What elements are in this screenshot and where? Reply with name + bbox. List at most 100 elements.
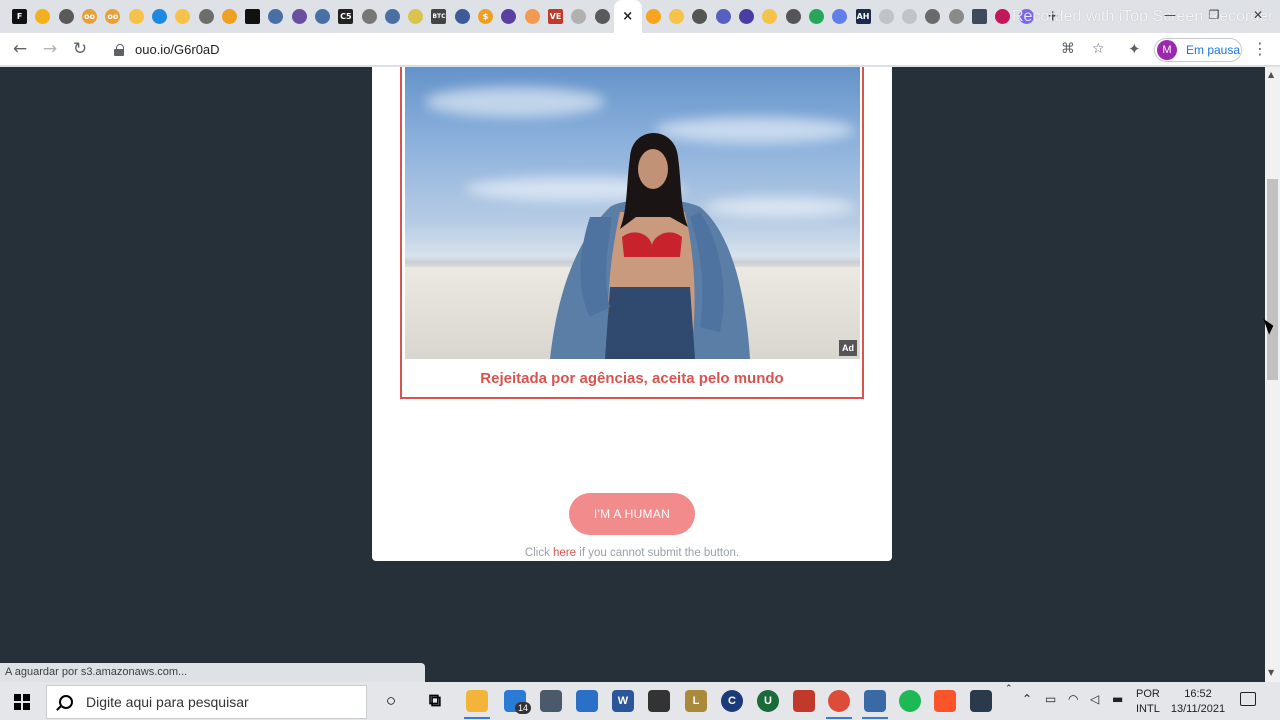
- tab-43[interactable]: [1014, 0, 1037, 33]
- here-link[interactable]: here: [553, 547, 576, 559]
- close-window-button[interactable]: ✕: [1236, 0, 1280, 30]
- tab-15[interactable]: [357, 0, 380, 33]
- tab-6[interactable]: [148, 0, 171, 33]
- tab-4[interactable]: oo: [101, 0, 124, 33]
- lock-icon[interactable]: [114, 43, 124, 56]
- tab-31[interactable]: [735, 0, 758, 33]
- back-button[interactable]: ←: [5, 34, 35, 64]
- ad-image[interactable]: Ad: [405, 67, 860, 359]
- tab-38[interactable]: [898, 0, 921, 33]
- tab-9[interactable]: [218, 0, 241, 33]
- tab-27[interactable]: [642, 0, 665, 33]
- file-explorer-icon[interactable]: [466, 690, 488, 712]
- store-icon[interactable]: [648, 690, 670, 712]
- redapp-icon[interactable]: [793, 690, 815, 712]
- tab-22[interactable]: [521, 0, 544, 33]
- tab-7[interactable]: [171, 0, 194, 33]
- camera-icon[interactable]: [540, 690, 562, 712]
- scroll-thumb[interactable]: [1267, 179, 1278, 380]
- close-tab-icon[interactable]: ×: [620, 9, 635, 24]
- tab-29[interactable]: [688, 0, 711, 33]
- camera-app-icon[interactable]: [970, 690, 992, 712]
- tab-2[interactable]: [55, 0, 78, 33]
- calculator-icon[interactable]: [576, 690, 598, 712]
- league-icon[interactable]: L: [685, 690, 707, 712]
- translate-icon[interactable]: ⌘: [1061, 41, 1075, 57]
- ad-badge[interactable]: Ad: [839, 340, 857, 356]
- forward-button[interactable]: →: [35, 34, 65, 64]
- tab-8[interactable]: [194, 0, 217, 33]
- tab-5[interactable]: [124, 0, 147, 33]
- chrome-menu-icon[interactable]: ⋮: [1252, 39, 1268, 58]
- tab-14[interactable]: C5: [334, 0, 357, 33]
- tab-3[interactable]: oo: [78, 0, 101, 33]
- tab-12[interactable]: [288, 0, 311, 33]
- tab-33[interactable]: [782, 0, 805, 33]
- tab-18[interactable]: BTC: [427, 0, 450, 33]
- favicon-icon: [315, 9, 330, 24]
- upwork-icon[interactable]: U: [757, 690, 779, 712]
- im-a-human-button[interactable]: I'M A HUMAN: [569, 493, 695, 535]
- url-text[interactable]: ouo.io/G6r0aD: [135, 42, 220, 57]
- tray-scroll-up-icon[interactable]: ⌃: [1005, 684, 1013, 694]
- scroll-up-icon[interactable]: ▲: [1268, 70, 1274, 79]
- tab-10[interactable]: [241, 0, 264, 33]
- input-language[interactable]: POR INTL: [1136, 687, 1160, 717]
- new-tab-button[interactable]: +: [1038, 0, 1068, 33]
- scroll-down-icon[interactable]: ▼: [1268, 668, 1274, 677]
- monitor-app-icon[interactable]: [864, 690, 886, 712]
- tab-41[interactable]: [968, 0, 991, 33]
- tab-16[interactable]: [381, 0, 404, 33]
- notification-center-icon[interactable]: [1240, 692, 1256, 706]
- tab-42[interactable]: [991, 0, 1014, 33]
- tab-32[interactable]: [758, 0, 781, 33]
- address-bar[interactable]: ouo.io/G6r0aD ⌘ ☆: [102, 36, 1118, 63]
- tab-17[interactable]: [404, 0, 427, 33]
- extensions-icon[interactable]: ✦: [1128, 40, 1141, 58]
- tab-21[interactable]: [497, 0, 520, 33]
- tab-0[interactable]: F: [8, 0, 31, 33]
- system-clock[interactable]: 16:52 13/11/2021: [1170, 687, 1226, 717]
- tab-39[interactable]: [921, 0, 944, 33]
- tab-11[interactable]: [264, 0, 287, 33]
- tab-25[interactable]: [590, 0, 613, 33]
- tab-19[interactable]: [451, 0, 474, 33]
- ccleaner-icon[interactable]: C: [721, 690, 743, 712]
- tab-1[interactable]: [31, 0, 54, 33]
- spotify-icon[interactable]: [899, 690, 921, 712]
- tab-34[interactable]: [805, 0, 828, 33]
- tray-display-icon[interactable]: ▭: [1045, 692, 1056, 706]
- reload-button[interactable]: ↻: [65, 34, 95, 64]
- favicon-icon: [128, 9, 144, 24]
- tab-active[interactable]: ×: [613, 0, 642, 33]
- tab-36[interactable]: AH: [851, 0, 874, 33]
- tab-35[interactable]: [828, 0, 851, 33]
- wifi-icon[interactable]: ◠: [1068, 692, 1078, 706]
- vertical-scrollbar[interactable]: ▲ ▼: [1265, 67, 1280, 682]
- volume-icon[interactable]: ◁: [1090, 692, 1099, 706]
- tab-37[interactable]: [875, 0, 898, 33]
- tab-13[interactable]: [311, 0, 334, 33]
- windows-start-icon[interactable]: [14, 694, 30, 710]
- task-view-icon[interactable]: ⧉: [424, 690, 446, 712]
- battery-icon[interactable]: ▬: [1112, 692, 1123, 706]
- tab-23[interactable]: VE: [544, 0, 567, 33]
- minimize-button[interactable]: —: [1148, 0, 1192, 30]
- tab-40[interactable]: [945, 0, 968, 33]
- word-icon[interactable]: W: [612, 690, 634, 712]
- favicon-icon: [972, 9, 988, 24]
- tab-24[interactable]: [567, 0, 590, 33]
- tab-28[interactable]: [665, 0, 688, 33]
- cortana-icon[interactable]: ○: [380, 690, 402, 712]
- tray-overflow-icon[interactable]: ⌃: [1022, 692, 1032, 706]
- chrome-icon[interactable]: [828, 690, 850, 712]
- tab-20[interactable]: $: [474, 0, 497, 33]
- taskbar-search[interactable]: Digite aqui para pesquisar: [46, 685, 367, 719]
- tab-30[interactable]: [712, 0, 735, 33]
- ad-container[interactable]: Ad Rejeitada por agências, aceita pelo m…: [400, 67, 864, 399]
- brave-icon[interactable]: [934, 690, 956, 712]
- bookmark-star-icon[interactable]: ☆: [1092, 41, 1105, 57]
- ad-caption[interactable]: Rejeitada por agências, aceita pelo mund…: [402, 370, 862, 387]
- maximize-button[interactable]: ❐: [1192, 0, 1236, 30]
- profile-button[interactable]: M Em pausa: [1154, 38, 1242, 62]
